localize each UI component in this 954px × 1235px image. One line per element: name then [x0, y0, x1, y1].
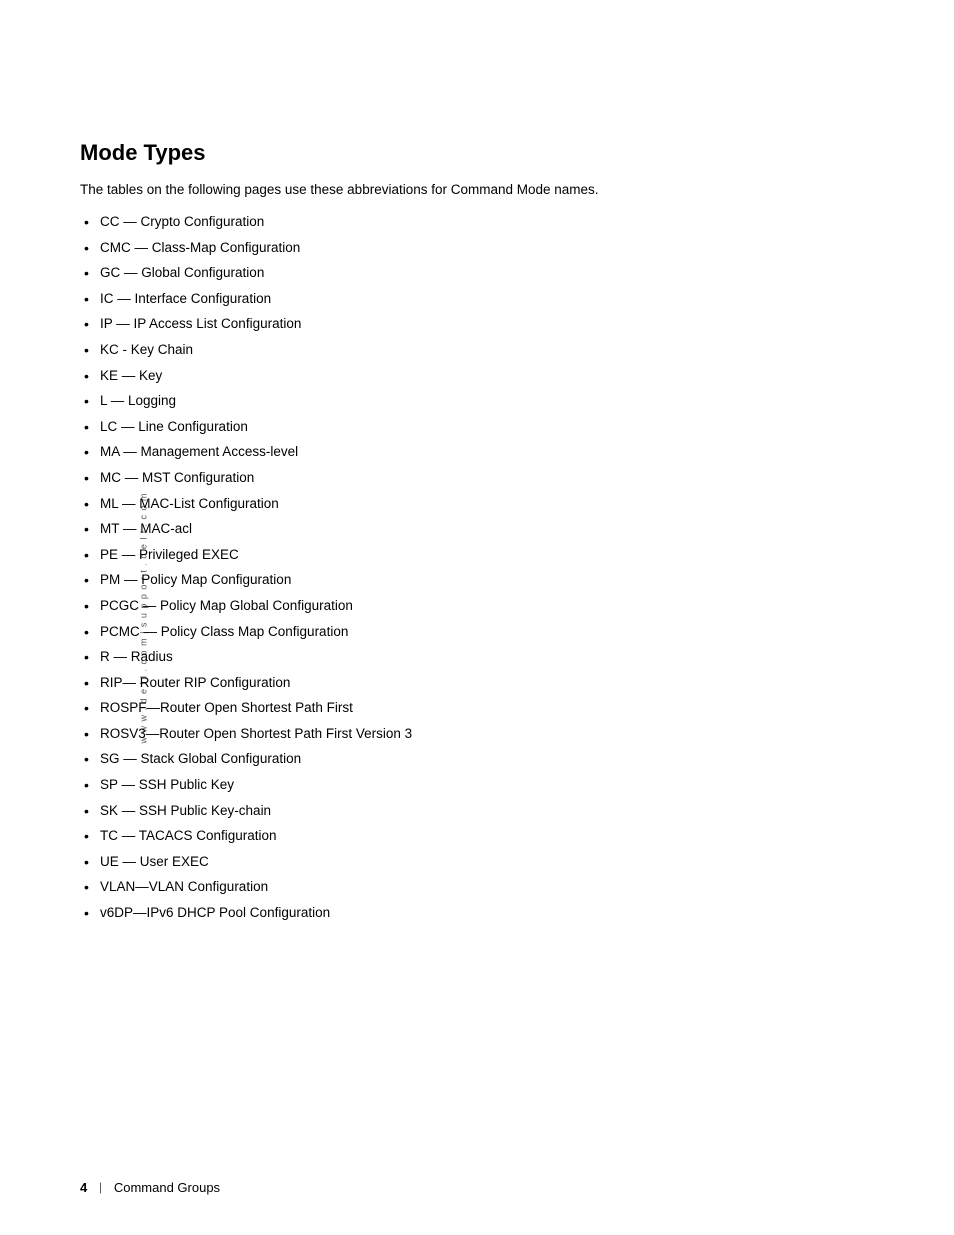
list-item: SG — Stack Global Configuration: [80, 748, 874, 770]
list-item: TC — TACACS Configuration: [80, 825, 874, 847]
list-item: IP — IP Access List Configuration: [80, 313, 874, 335]
page-footer: 4 | Command Groups: [80, 1179, 874, 1195]
footer-separator: |: [99, 1179, 102, 1195]
mode-types-list: CC — Crypto Configuration CMC — Class-Map…: [80, 211, 874, 924]
list-item: LC — Line Configuration: [80, 416, 874, 438]
list-item: L — Logging: [80, 390, 874, 412]
page-container: w w w . d e l l . c o m | s u p p o r t …: [0, 0, 954, 1235]
page-title: Mode Types: [80, 140, 874, 166]
list-item: SK — SSH Public Key-chain: [80, 800, 874, 822]
main-content: Mode Types The tables on the following p…: [80, 0, 874, 1008]
list-item: PM — Policy Map Configuration: [80, 569, 874, 591]
list-item: MA — Management Access-level: [80, 441, 874, 463]
intro-paragraph: The tables on the following pages use th…: [80, 182, 874, 197]
list-item: KE — Key: [80, 365, 874, 387]
list-item: KC - Key Chain: [80, 339, 874, 361]
footer-section-name: Command Groups: [114, 1180, 220, 1195]
list-item: GC — Global Configuration: [80, 262, 874, 284]
list-item: RIP— Router RIP Configuration: [80, 672, 874, 694]
list-item: ML — MAC-List Configuration: [80, 493, 874, 515]
list-item: ROSPF—Router Open Shortest Path First: [80, 697, 874, 719]
footer-page-number: 4: [80, 1180, 87, 1195]
list-item: ROSV3—Router Open Shortest Path First Ve…: [80, 723, 874, 745]
list-item: VLAN—VLAN Configuration: [80, 876, 874, 898]
list-item: R — Radius: [80, 646, 874, 668]
list-item: MT — MAC-acl: [80, 518, 874, 540]
list-item: PCMC — Policy Class Map Configuration: [80, 621, 874, 643]
list-item: IC — Interface Configuration: [80, 288, 874, 310]
list-item: MC — MST Configuration: [80, 467, 874, 489]
list-item: PCGC — Policy Map Global Configuration: [80, 595, 874, 617]
list-item: CMC — Class-Map Configuration: [80, 237, 874, 259]
list-item: CC — Crypto Configuration: [80, 211, 874, 233]
list-item: v6DP—IPv6 DHCP Pool Configuration: [80, 902, 874, 924]
list-item: PE — Privileged EXEC: [80, 544, 874, 566]
list-item: UE — User EXEC: [80, 851, 874, 873]
list-item: SP — SSH Public Key: [80, 774, 874, 796]
